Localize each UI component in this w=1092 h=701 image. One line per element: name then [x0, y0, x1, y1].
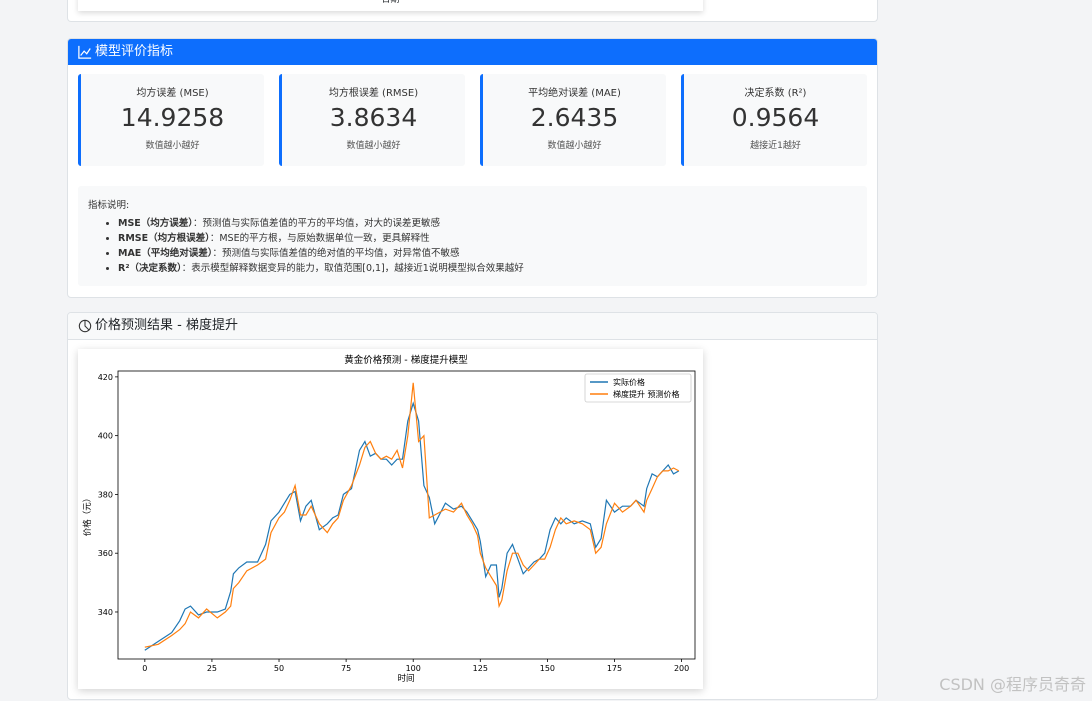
metric-note: 越接近1越好 — [750, 141, 801, 151]
y-tick-label: 380 — [98, 490, 113, 499]
prediction-card-header: 价格预测结果 - 梯度提升 — [68, 313, 877, 340]
metric-value: 3.8634 — [329, 103, 418, 132]
csdn-watermark: CSDN @程序员奇奇 — [939, 675, 1086, 694]
metric-value: 2.6435 — [530, 103, 619, 132]
explanation-title: 指标说明: — [88, 200, 130, 211]
metric-label: 决定系数 (R²) — [744, 88, 807, 99]
x-tick-label: 75 — [341, 664, 351, 673]
prediction-chart-container: 黄金价格预测 - 梯度提升模型 340 360 380 400 420 0 25 50 75 1… — [78, 349, 703, 689]
x-axis-label: 时间 — [397, 673, 414, 684]
explanation-term: MSE（均方误差） — [118, 218, 194, 229]
explanation-desc: ：表示模型解释数据变异的能力，取值范围[0,1]，越接近1说明模型拟合效果越好 — [181, 263, 524, 274]
x-tick-label: 0 — [142, 664, 147, 673]
metrics-card-header: 模型评价指标 — [68, 39, 877, 65]
prediction-card-title: 价格预测结果 - 梯度提升 — [95, 318, 238, 333]
y-tick-label: 400 — [98, 432, 113, 441]
prediction-card: 价格预测结果 - 梯度提升 黄金价格预测 - 梯度提升模型 340 360 380 4… — [67, 312, 878, 700]
metric-value: 14.9258 — [120, 103, 225, 132]
chart-legend: 实际价格 梯度提升 预测价格 — [584, 373, 692, 403]
prediction-chart: 黄金价格预测 - 梯度提升模型 340 360 380 400 420 0 25 50 75 1… — [82, 354, 696, 684]
previous-chart-xlabel: 日期 — [381, 0, 400, 5]
y-tick-label: 420 — [98, 373, 113, 382]
explanation-item: R²（决定系数）：表示模型解释数据变异的能力，取值范围[0,1]，越接近1说明模… — [118, 261, 524, 276]
y-axis-label: 价格（元） — [82, 494, 93, 537]
metrics-card-title: 模型评价指标 — [95, 44, 174, 59]
explanation-desc: ：预测值与实际值差值的绝对值的平均值，对异常值不敏感 — [212, 248, 460, 259]
explanation-item: RMSE（均方根误差）：MSE的平方根，与原始数据单位一致，更具解释性 — [118, 231, 524, 246]
metric-label: 平均绝对误差 (MAE) — [528, 88, 621, 99]
metric-note: 数值越小越好 — [547, 141, 602, 151]
previous-card-fragment: 日期 — [67, 0, 878, 22]
metric-value: 0.9564 — [731, 103, 820, 132]
metric-note: 数值越小越好 — [346, 141, 401, 151]
x-tick-label: 100 — [406, 664, 421, 673]
pie-chart-icon — [78, 319, 92, 333]
x-tick-label: 150 — [540, 664, 555, 673]
explanation-desc: ：预测值与实际值差值的平方的平均值，对大的误差更敏感 — [193, 218, 441, 229]
metric-note: 数值越小越好 — [145, 141, 200, 151]
explanation-term: MAE（平均绝对误差） — [118, 248, 213, 259]
metrics-card: 模型评价指标 均方误差 (MSE) 14.9258 数值越小越好 均方根误差 (… — [67, 38, 878, 298]
previous-chart-fragment: 日期 — [78, 0, 703, 11]
explanation-item: MSE（均方误差）：预测值与实际值差值的平方的平均值，对大的误差更敏感 — [118, 216, 524, 231]
explanation-list: MSE（均方误差）：预测值与实际值差值的平方的平均值，对大的误差更敏感 RMSE… — [78, 216, 524, 276]
metric-r2: 决定系数 (R²) 0.9564 越接近1越好 — [681, 74, 867, 166]
metric-rmse: 均方根误差 (RMSE) 3.8634 数值越小越好 — [279, 74, 465, 166]
chart-line-icon — [78, 45, 92, 59]
explanation-item: MAE（平均绝对误差）：预测值与实际值差值的绝对值的平均值，对异常值不敏感 — [118, 246, 524, 261]
x-tick-label: 25 — [207, 664, 217, 673]
metrics-row: 均方误差 (MSE) 14.9258 数值越小越好 均方根误差 (RMSE) 3… — [78, 74, 867, 166]
x-tick-label: 200 — [674, 664, 689, 673]
y-axis: 340 360 380 400 420 — [98, 373, 118, 617]
legend-label-predicted: 梯度提升 预测价格 — [613, 389, 680, 399]
y-tick-label: 340 — [98, 608, 113, 617]
x-tick-label: 175 — [607, 664, 622, 673]
metrics-explanation: 指标说明: MSE（均方误差）：预测值与实际值差值的平方的平均值，对大的误差更敏… — [78, 186, 867, 286]
explanation-term: RMSE（均方根误差） — [118, 233, 210, 244]
y-tick-label: 360 — [98, 549, 113, 558]
plot-area — [117, 370, 696, 660]
metric-label: 均方误差 (MSE) — [136, 88, 209, 99]
metric-mse: 均方误差 (MSE) 14.9258 数值越小越好 — [78, 74, 264, 166]
x-tick-label: 50 — [274, 664, 284, 673]
legend-label-actual: 实际价格 — [613, 377, 645, 387]
x-tick-label: 125 — [473, 664, 488, 673]
explanation-term: R²（决定系数） — [118, 263, 182, 274]
metric-label: 均方根误差 (RMSE) — [328, 88, 419, 99]
metric-mae: 平均绝对误差 (MAE) 2.6435 数值越小越好 — [480, 74, 666, 166]
chart-title: 黄金价格预测 - 梯度提升模型 — [344, 354, 468, 366]
x-axis: 0 25 50 75 100 125 150 175 200 — [142, 659, 689, 673]
explanation-desc: ：MSE的平方根，与原始数据单位一致，更具解释性 — [209, 233, 430, 244]
